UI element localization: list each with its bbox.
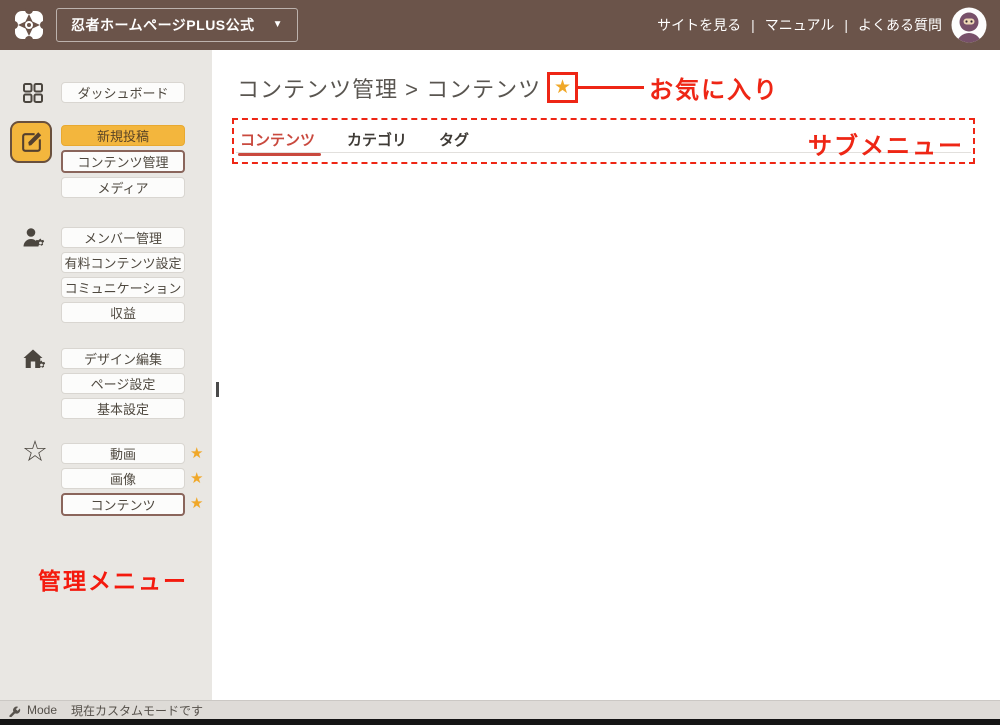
favorite-star-icon[interactable]: ★ [190, 445, 203, 463]
topbar-link[interactable]: よくある質問 [858, 15, 942, 35]
sidebar-row: ダッシュボード [61, 82, 185, 103]
sidebar-group: デザイン編集 ページ設定基本設定 [0, 348, 212, 419]
user-avatar[interactable] [950, 6, 988, 44]
sidebar-item[interactable]: 収益 [61, 302, 185, 323]
topbar-link[interactable]: マニュアル [765, 15, 835, 35]
sidebar-group: ☆ 動画 ★ 画像 ★ コンテンツ ★ [0, 438, 212, 516]
sidebar-row: デザイン編集 [61, 348, 185, 369]
sidebar-item[interactable]: 基本設定 [61, 398, 185, 419]
mode-label: Mode [27, 703, 58, 717]
bottom-edge-strip [0, 719, 1000, 725]
sidebar-row: 基本設定 [61, 398, 185, 419]
sidebar-row: コンテンツ管理 [61, 150, 185, 173]
sidebar-group: 新規投稿コンテンツ管理 メディア [0, 121, 212, 198]
mode-status-text: 現在カスタムモードです [71, 703, 204, 718]
sidebar-row: ページ設定 [61, 373, 185, 394]
site-selector-label: 忍者ホームページPLUS公式 [71, 17, 255, 33]
admin-screen: 忍者ホームページPLUS公式 ▼ サイトを見る | マニュアル | よくある質問 ダッシ… [0, 0, 1000, 725]
sidebar-item[interactable]: 動画 [61, 443, 185, 464]
ninja-logo-icon [12, 8, 46, 42]
breadcrumb-row: コンテンツ管理 > コンテンツ ★ お気に入り [237, 70, 779, 105]
favorite-annotation: お気に入り [649, 77, 780, 104]
dashboard-icon [22, 82, 44, 104]
sidebar-row: メンバー管理 [61, 227, 185, 248]
sidebar-row: 新規投稿 [61, 125, 185, 146]
sidebar-item[interactable]: 新規投稿 [61, 125, 185, 146]
site-settings-icon [22, 348, 47, 371]
tab[interactable]: コンテンツ [237, 129, 322, 162]
link-separator: | [844, 17, 848, 33]
topbar: 忍者ホームページPLUS公式 ▼ サイトを見る | マニュアル | よくある質問 [0, 0, 1000, 50]
topbar-link[interactable]: サイトを見る [657, 15, 741, 35]
tab[interactable]: カテゴリ [347, 129, 407, 162]
favorite-star-icon[interactable]: ★ [190, 470, 203, 488]
favorite-star-icon: ★ [554, 77, 572, 98]
main-content: コンテンツ管理 > コンテンツ ★ お気に入り コンテンツ カテゴリ タグ サブメニ… [212, 50, 1000, 700]
sidebar-row: 有料コンテンツ設定 [61, 252, 185, 273]
link-separator: | [751, 17, 755, 33]
sidebar-row: 収益 [61, 302, 185, 323]
favorites-star-icon: ☆ [22, 436, 48, 468]
tab[interactable]: タグ [439, 129, 469, 162]
sidebar-group: メンバー管理 有料コンテンツ設定 コミュニケーション 収益 [0, 227, 212, 323]
sidebar-item[interactable]: メディア [61, 177, 185, 198]
sidebar-item[interactable]: 画像 [61, 468, 185, 489]
favorite-toggle-button[interactable]: ★ [547, 72, 579, 103]
submenu-annotation-box: コンテンツ カテゴリ タグ サブメニュー [232, 118, 975, 164]
favorite-star-icon[interactable]: ★ [190, 495, 203, 513]
sidebar-row: 画像 ★ [61, 468, 203, 489]
statusbar: Mode 現在カスタムモードです [0, 700, 1000, 719]
wrench-icon [8, 704, 21, 717]
admin-menu-annotation: 管理メニュー [38, 568, 188, 594]
member-settings-icon [22, 227, 46, 249]
chevron-down-icon: ▼ [272, 19, 284, 30]
sidebar-group: ダッシュボード [0, 82, 212, 103]
sidebar-item[interactable]: 有料コンテンツ設定 [61, 252, 185, 273]
breadcrumb: コンテンツ管理 > コンテンツ [237, 76, 542, 102]
sidebar-item[interactable]: コンテンツ [61, 493, 185, 516]
sidebar-item[interactable]: ダッシュボード [61, 82, 185, 103]
text-cursor-artifact [216, 382, 219, 397]
submenu-annotation: サブメニュー [808, 133, 964, 160]
edit-square-icon[interactable] [10, 121, 52, 163]
topbar-links: サイトを見る | マニュアル | よくある質問 [657, 15, 942, 35]
sidebar-item[interactable]: デザイン編集 [61, 348, 185, 369]
sidebar-row: コンテンツ ★ [61, 493, 203, 516]
site-selector-dropdown[interactable]: 忍者ホームページPLUS公式 ▼ [56, 8, 299, 42]
sidebar-item[interactable]: コンテンツ管理 [61, 150, 185, 173]
sidebar-row: コミュニケーション [61, 277, 185, 298]
sidebar-row: メディア [61, 177, 185, 198]
sidebar: ダッシュボード 新規投稿コンテンツ管理 メディアメンバー管理 有料コンテンツ設定 コミュ… [0, 50, 212, 700]
sidebar-row: 動画 ★ [61, 443, 203, 464]
sidebar-item[interactable]: ページ設定 [61, 373, 185, 394]
sidebar-item[interactable]: メンバー管理 [61, 227, 185, 248]
sidebar-item[interactable]: コミュニケーション [61, 277, 185, 298]
annotation-connector-line [578, 86, 645, 89]
